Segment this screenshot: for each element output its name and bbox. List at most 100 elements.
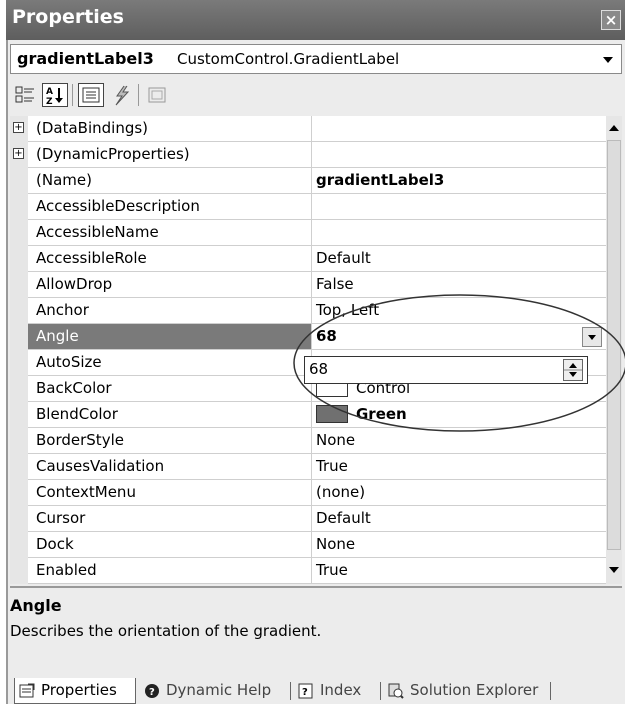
property-name[interactable]: Enabled <box>28 558 312 584</box>
property-value-text: Default <box>316 509 371 527</box>
alphabetical-icon[interactable]: AZ <box>42 83 68 107</box>
property-name[interactable]: AllowDrop <box>28 272 312 298</box>
property-row[interactable]: ContextMenu (none) <box>10 480 606 506</box>
property-row[interactable]: Dock None <box>10 532 606 558</box>
property-value[interactable]: None <box>312 428 606 454</box>
property-row[interactable]: AccessibleDescription <box>10 194 606 220</box>
property-row[interactable]: BlendColor Green <box>10 402 606 428</box>
property-value[interactable] <box>312 116 606 142</box>
property-row[interactable]: AccessibleRole Default <box>10 246 606 272</box>
property-value[interactable] <box>312 220 606 246</box>
tab-solution-explorer[interactable]: Solution Explorer <box>384 678 538 704</box>
property-value[interactable]: Default <box>312 246 606 272</box>
toolbar: AZ <box>10 78 622 112</box>
property-value[interactable]: Green <box>312 402 606 428</box>
index-icon: ? <box>298 682 314 699</box>
object-type: CustomControl.GradientLabel <box>177 50 400 68</box>
categorized-icon[interactable] <box>12 83 38 107</box>
property-value[interactable]: Top, Left <box>312 298 606 324</box>
tab-dynamic-help[interactable]: ? Dynamic Help <box>140 678 271 704</box>
property-pages-icon[interactable] <box>144 83 170 107</box>
description-panel: Angle Describes the orientation of the g… <box>10 586 622 662</box>
expand-icon[interactable]: + <box>13 148 24 159</box>
svg-text:A: A <box>46 87 53 97</box>
angle-spinner[interactable]: 68 <box>304 356 588 384</box>
property-name[interactable]: (DataBindings) <box>28 116 312 142</box>
property-value-text: None <box>316 431 356 449</box>
close-button[interactable]: × <box>601 10 621 30</box>
object-selector[interactable]: gradientLabel3 CustomControl.GradientLab… <box>10 44 622 74</box>
property-value[interactable]: (none) <box>312 480 606 506</box>
color-swatch <box>316 404 348 423</box>
property-row[interactable]: AllowDrop False <box>10 272 606 298</box>
vertical-scrollbar[interactable] <box>606 116 622 584</box>
property-name[interactable]: ContextMenu <box>28 480 312 506</box>
property-name[interactable]: Dock <box>28 532 312 558</box>
property-name[interactable]: Angle <box>28 324 312 350</box>
property-name[interactable]: AccessibleDescription <box>28 194 312 220</box>
description-title: Angle <box>10 596 62 615</box>
property-value[interactable] <box>312 142 606 168</box>
property-row[interactable]: Anchor Top, Left <box>10 298 606 324</box>
property-name[interactable]: Cursor <box>28 506 312 532</box>
property-value[interactable]: False <box>312 272 606 298</box>
property-value-text: True <box>316 457 348 475</box>
property-row[interactable]: (Name) gradientLabel3 <box>10 168 606 194</box>
properties-page-icon <box>19 682 35 698</box>
property-name[interactable]: Anchor <box>28 298 312 324</box>
property-name[interactable]: CausesValidation <box>28 454 312 480</box>
property-value[interactable] <box>312 194 606 220</box>
property-row[interactable]: Cursor Default <box>10 506 606 532</box>
expand-icon[interactable]: + <box>13 122 24 133</box>
chevron-down-icon[interactable] <box>599 50 617 68</box>
property-row[interactable]: AccessibleName <box>10 220 606 246</box>
property-value[interactable]: gradientLabel3 <box>312 168 606 194</box>
property-name[interactable]: AccessibleRole <box>28 246 312 272</box>
property-value[interactable]: 68 <box>312 324 606 350</box>
property-value-text: True <box>316 561 348 579</box>
property-value-text: gradientLabel3 <box>316 171 445 189</box>
property-name[interactable]: (Name) <box>28 168 312 194</box>
property-value-text: Green <box>356 405 407 423</box>
scroll-down-icon[interactable] <box>606 562 622 578</box>
property-value-text: (none) <box>316 483 366 501</box>
property-value[interactable]: True <box>312 454 606 480</box>
property-value-text: 68 <box>316 327 337 345</box>
chevron-down-icon[interactable] <box>582 327 602 347</box>
description-text: Describes the orientation of the gradien… <box>10 622 322 640</box>
object-name: gradientLabel3 <box>17 49 154 68</box>
properties-icon[interactable] <box>78 83 104 107</box>
help-icon: ? <box>144 682 160 698</box>
svg-text:?: ? <box>302 687 308 698</box>
svg-text:?: ? <box>149 687 155 698</box>
property-row[interactable]: + (DynamicProperties) <box>10 142 606 168</box>
property-value[interactable]: Default <box>312 506 606 532</box>
property-name[interactable]: BackColor <box>28 376 312 402</box>
tab-label: Dynamic Help <box>166 681 272 699</box>
toolbar-separator <box>72 84 73 106</box>
property-row[interactable]: Angle 68 <box>10 324 606 350</box>
tab-properties[interactable]: Properties <box>14 678 136 704</box>
spin-buttons-icon[interactable] <box>563 359 583 381</box>
tab-separator <box>550 682 551 700</box>
property-row[interactable]: + (DataBindings) <box>10 116 606 142</box>
scrollbar-thumb[interactable] <box>607 140 621 550</box>
property-grid: + (DataBindings) + (DynamicProperties) (Name… <box>10 116 606 584</box>
property-value[interactable]: True <box>312 558 606 584</box>
scroll-up-icon[interactable] <box>606 120 622 136</box>
tab-index[interactable]: ? Index <box>294 678 361 704</box>
svg-text:Z: Z <box>46 97 53 106</box>
property-value-text: Top, Left <box>316 301 380 319</box>
property-name[interactable]: (DynamicProperties) <box>28 142 312 168</box>
bottom-tabs: Properties ? Dynamic Help ? Index Soluti… <box>10 674 622 704</box>
property-row[interactable]: Enabled True <box>10 558 606 584</box>
property-name[interactable]: AccessibleName <box>28 220 312 246</box>
property-name[interactable]: BlendColor <box>28 402 312 428</box>
tab-separator <box>380 682 381 700</box>
property-value[interactable]: None <box>312 532 606 558</box>
property-name[interactable]: BorderStyle <box>28 428 312 454</box>
property-row[interactable]: BorderStyle None <box>10 428 606 454</box>
property-name[interactable]: AutoSize <box>28 350 312 376</box>
property-row[interactable]: CausesValidation True <box>10 454 606 480</box>
events-icon[interactable] <box>108 83 134 107</box>
